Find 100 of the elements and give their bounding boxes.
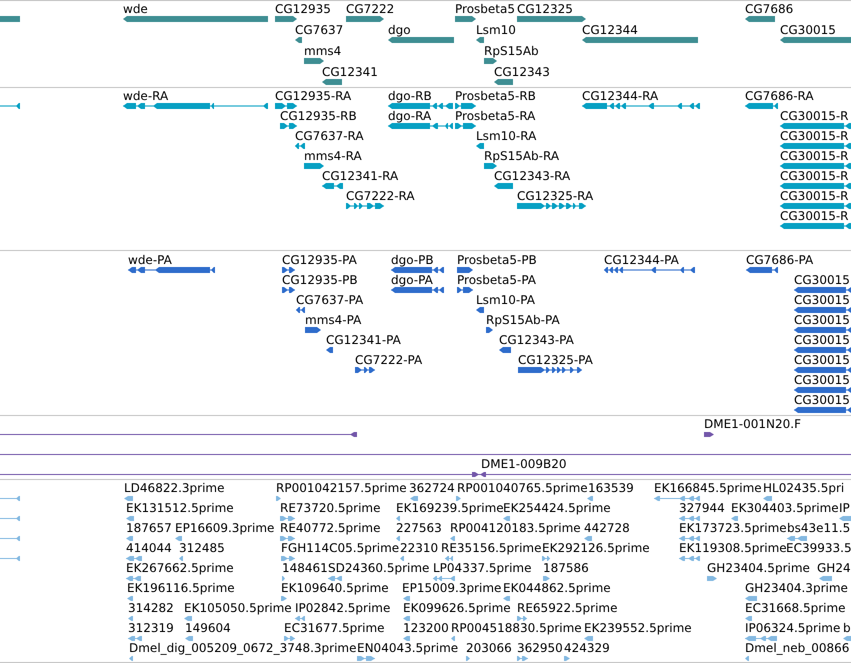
est-arrow[interactable] (456, 496, 461, 500)
est-arrow[interactable] (0, 516, 20, 520)
transcript-arrow[interactable] (780, 123, 851, 129)
gene-arrow[interactable] (346, 16, 384, 22)
clone-arrow[interactable] (0, 432, 357, 436)
transcript-arrow[interactable] (388, 103, 453, 109)
protein-arrow[interactable] (457, 287, 473, 293)
est-arrow[interactable] (185, 636, 193, 640)
protein-arrow[interactable] (499, 347, 511, 353)
est-arrow[interactable] (564, 656, 570, 660)
clone-line[interactable] (0, 452, 851, 456)
protein-arrow[interactable] (794, 327, 851, 333)
gene-arrow[interactable] (476, 37, 484, 43)
protein-arrow[interactable] (296, 307, 305, 313)
gene-arrow[interactable] (484, 58, 497, 64)
transcript-arrow[interactable] (322, 183, 343, 189)
transcript-arrow[interactable] (123, 103, 268, 109)
protein-arrow[interactable] (476, 307, 484, 313)
protein-arrow[interactable] (794, 347, 851, 353)
gene-arrow[interactable] (322, 79, 342, 85)
protein-arrow[interactable] (794, 287, 851, 293)
est-arrow[interactable] (745, 596, 757, 600)
est-arrow[interactable] (819, 576, 832, 580)
est-arrow[interactable] (276, 496, 281, 500)
gene-arrow[interactable] (780, 37, 851, 43)
est-arrow[interactable] (543, 576, 550, 580)
est-arrow[interactable] (731, 516, 738, 520)
transcript-arrow[interactable] (0, 103, 20, 109)
protein-arrow[interactable] (305, 327, 321, 333)
est-arrow[interactable] (284, 636, 295, 640)
est-arrow[interactable] (179, 556, 183, 560)
est-arrow[interactable] (503, 596, 510, 600)
transcript-arrow[interactable] (455, 123, 476, 129)
protein-arrow[interactable] (355, 367, 375, 373)
est-arrow[interactable] (403, 616, 410, 620)
transcript-arrow[interactable] (780, 183, 851, 189)
est-arrow[interactable] (126, 576, 141, 580)
est-arrow[interactable] (184, 616, 192, 620)
gene-arrow[interactable] (455, 16, 476, 22)
est-arrow[interactable] (745, 656, 749, 660)
est-arrow[interactable] (280, 516, 295, 520)
protein-arrow[interactable] (746, 267, 778, 273)
gene-arrow[interactable] (275, 16, 297, 22)
transcript-arrow[interactable] (745, 103, 778, 109)
est-arrow[interactable] (787, 536, 807, 540)
est-arrow[interactable] (0, 556, 20, 560)
est-arrow[interactable] (403, 596, 410, 600)
est-arrow[interactable] (410, 496, 418, 500)
est-arrow[interactable] (542, 556, 550, 560)
est-arrow[interactable] (584, 536, 592, 540)
protein-arrow[interactable] (518, 367, 582, 373)
protein-arrow[interactable] (282, 267, 295, 273)
protein-arrow[interactable] (128, 267, 215, 273)
gene-arrow[interactable] (304, 58, 324, 64)
est-arrow[interactable] (128, 616, 133, 620)
est-arrow[interactable] (466, 656, 470, 660)
est-arrow[interactable] (584, 636, 593, 640)
protein-arrow[interactable] (457, 267, 473, 273)
transcript-arrow[interactable] (780, 143, 851, 149)
est-arrow[interactable] (843, 636, 851, 640)
est-arrow[interactable] (654, 496, 700, 500)
est-arrow[interactable] (763, 496, 772, 500)
est-arrow[interactable] (328, 576, 342, 580)
transcript-arrow[interactable] (484, 163, 497, 169)
est-arrow[interactable] (450, 536, 455, 540)
transcript-arrow[interactable] (780, 203, 851, 209)
est-arrow[interactable] (128, 636, 142, 640)
est-arrow[interactable] (445, 556, 453, 560)
est-arrow[interactable] (400, 556, 404, 560)
protein-arrow[interactable] (391, 287, 444, 293)
protein-arrow[interactable] (391, 267, 444, 273)
gene-arrow[interactable] (745, 16, 775, 22)
est-arrow[interactable] (0, 496, 20, 500)
est-arrow[interactable] (745, 636, 777, 640)
protein-arrow[interactable] (794, 367, 851, 373)
transcript-arrow[interactable] (455, 103, 476, 109)
est-arrow[interactable] (679, 556, 700, 560)
est-arrow[interactable] (281, 556, 295, 560)
clone-arrow[interactable] (704, 432, 714, 436)
transcript-arrow[interactable] (582, 103, 700, 109)
est-arrow[interactable] (126, 556, 142, 560)
est-arrow[interactable] (295, 616, 305, 620)
est-arrow[interactable] (403, 636, 410, 640)
est-arrow[interactable] (396, 516, 400, 520)
protein-arrow[interactable] (282, 287, 295, 293)
transcript-arrow[interactable] (275, 103, 297, 109)
protein-arrow[interactable] (326, 347, 333, 353)
clone-arrow[interactable] (0, 472, 851, 476)
est-arrow[interactable] (587, 496, 593, 500)
gene-arrow[interactable] (494, 79, 513, 85)
gene-arrow[interactable] (517, 16, 586, 22)
transcript-arrow[interactable] (476, 143, 484, 149)
protein-arrow[interactable] (604, 267, 695, 273)
protein-arrow[interactable] (794, 307, 851, 313)
gene-arrow[interactable] (388, 37, 454, 43)
est-arrow[interactable] (280, 536, 295, 540)
est-arrow[interactable] (175, 536, 182, 540)
transcript-arrow[interactable] (346, 203, 384, 209)
protein-arrow[interactable] (794, 407, 851, 413)
est-arrow[interactable] (124, 496, 133, 500)
